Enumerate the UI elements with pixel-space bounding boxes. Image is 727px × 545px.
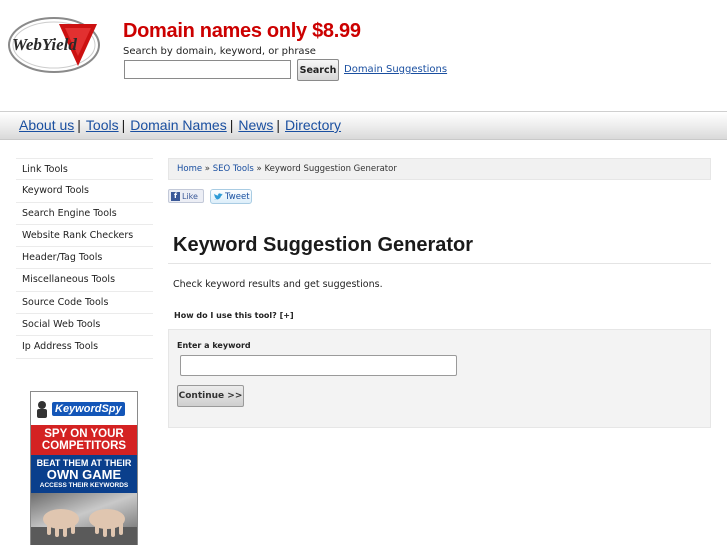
sidebar-item-source-code-tools[interactable]: Source Code Tools — [16, 291, 153, 315]
nav-directory[interactable]: Directory — [285, 117, 341, 133]
breadcrumb-home[interactable]: Home — [177, 164, 202, 174]
breadcrumb-separator: » — [202, 164, 213, 174]
nav-separator: | — [121, 117, 126, 133]
facebook-like-button[interactable]: f Like — [168, 189, 204, 203]
ad-keyboard-photo — [31, 493, 137, 545]
breadcrumb-seo-tools[interactable]: SEO Tools — [213, 164, 254, 174]
keyword-input[interactable] — [180, 355, 457, 376]
nav-about-us[interactable]: About us — [19, 117, 74, 133]
breadcrumb-current: Keyword Suggestion Generator — [264, 164, 397, 174]
ad-subtext: BEAT THEM AT THEIR OWN GAME ACCESS THEIR… — [31, 455, 137, 493]
keywordspy-banner-ad[interactable]: KeywordSpy SPY ON YOUR COMPETITORS BEAT … — [30, 391, 138, 545]
ad-sub2: OWN GAME — [46, 467, 122, 482]
breadcrumb: Home » SEO Tools » Keyword Suggestion Ge… — [168, 158, 711, 180]
ad-logo: KeywordSpy — [31, 392, 137, 425]
tweet-button[interactable]: Tweet — [210, 189, 252, 204]
ad-brand: KeywordSpy — [52, 401, 125, 416]
webyield-logo[interactable]: WebYield — [7, 16, 101, 74]
nav-news[interactable]: News — [238, 117, 273, 133]
ad-sub3: ACCESS THEIR KEYWORDS — [39, 482, 129, 489]
sidebar-item-ip-address-tools[interactable]: Ip Address Tools — [16, 336, 153, 359]
tweet-label: Tweet — [225, 191, 250, 202]
twitter-bird-icon — [214, 192, 223, 200]
search-hint: Search by domain, keyword, or phrase — [123, 46, 316, 57]
sidebar-item-keyword-tools[interactable]: Keyword Tools — [16, 180, 153, 203]
spy-icon — [37, 400, 47, 418]
nav-separator: | — [77, 117, 81, 133]
domain-suggestions-link[interactable]: Domain Suggestions — [344, 64, 447, 75]
title-divider — [168, 263, 711, 264]
sidebar-item-header-tag-tools[interactable]: Header/Tag Tools — [16, 247, 153, 270]
keyword-field-label: Enter a keyword — [177, 341, 251, 350]
like-label: Like — [182, 191, 198, 201]
sidebar-item-search-engine-tools[interactable]: Search Engine Tools — [16, 202, 153, 225]
breadcrumb-separator: » — [253, 164, 265, 174]
hands-keyboard-image — [31, 509, 137, 545]
sidebar-item-link-tools[interactable]: Link Tools — [16, 158, 153, 181]
nav-domain-names[interactable]: Domain Names — [130, 117, 226, 133]
ad-headline: SPY ON YOUR COMPETITORS — [31, 425, 137, 455]
how-to-use-toggle[interactable]: How do I use this tool? [+] — [174, 311, 294, 320]
tool-description: Check keyword results and get suggestion… — [173, 279, 383, 290]
nav-tools[interactable]: Tools — [86, 117, 119, 133]
sidebar-menu: Link Tools Keyword Tools Search Engine T… — [16, 158, 153, 359]
main-nav: About us | Tools | Domain Names | News | Dir… — [19, 117, 341, 133]
search-button[interactable]: Search — [297, 59, 339, 81]
facebook-icon: f — [171, 191, 180, 201]
domain-search-input[interactable] — [124, 60, 291, 79]
promo-headline: Domain names only $8.99 — [123, 20, 361, 42]
continue-button[interactable]: Continue >> — [177, 385, 244, 407]
logo-text: WebYield — [12, 35, 77, 54]
nav-separator: | — [276, 117, 281, 133]
sidebar-item-website-rank-checkers[interactable]: Website Rank Checkers — [16, 224, 153, 248]
sidebar-item-miscellaneous-tools[interactable]: Miscellaneous Tools — [16, 269, 153, 292]
page-title: Keyword Suggestion Generator — [173, 234, 474, 256]
sidebar-item-social-web-tools[interactable]: Social Web Tools — [16, 314, 153, 337]
nav-separator: | — [229, 117, 234, 133]
